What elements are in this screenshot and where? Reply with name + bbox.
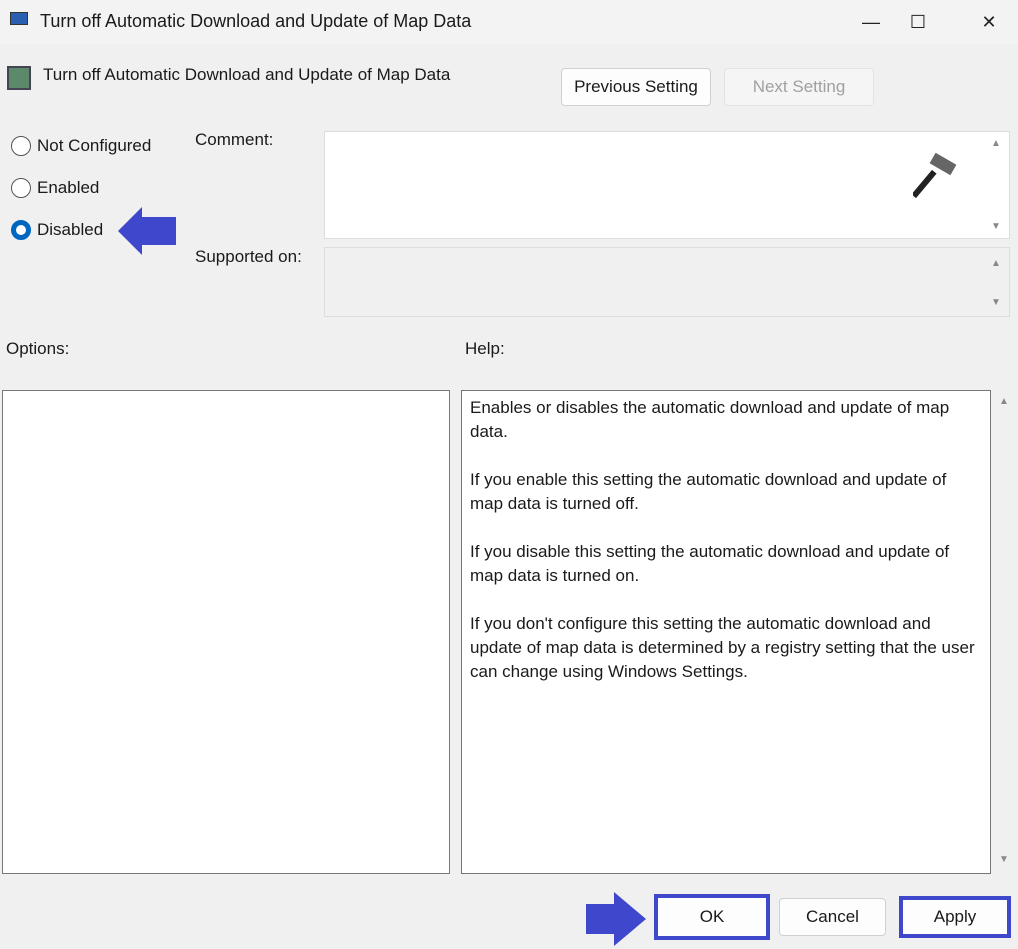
scroll-down-icon[interactable]: ▼ (987, 221, 1005, 232)
radio-disabled[interactable]: Disabled (11, 220, 103, 240)
radio-circle (11, 136, 31, 156)
annotation-arrow-left-icon (118, 207, 176, 255)
radio-circle (11, 178, 31, 198)
options-label: Options: (6, 339, 70, 358)
help-panel: Enables or disables the automatic downlo… (461, 390, 991, 874)
next-setting-button[interactable]: Next Setting (724, 68, 874, 106)
cancel-button[interactable]: Cancel (779, 898, 886, 936)
radio-not-configured[interactable]: Not Configured (11, 136, 151, 156)
minimize-button[interactable]: — (848, 0, 894, 44)
window-title: Turn off Automatic Download and Update o… (40, 11, 472, 31)
supported-on-label: Supported on: (195, 247, 302, 266)
help-paragraph: If you don't configure this setting the … (470, 614, 975, 681)
comment-label: Comment: (195, 130, 274, 149)
policy-title: Turn off Automatic Download and Update o… (43, 65, 451, 84)
supported-on-field: ▲ ▼ (324, 247, 1010, 317)
policy-icon (7, 66, 31, 90)
app-icon (10, 12, 32, 32)
maximize-button[interactable]: ☐ (895, 0, 941, 44)
hammer-icon (913, 152, 957, 199)
help-scroll-up-icon[interactable]: ▲ (995, 396, 1013, 407)
radio-label: Not Configured (37, 136, 152, 155)
title-bar: Turn off Automatic Download and Update o… (0, 0, 1018, 44)
options-panel (2, 390, 450, 874)
radio-label: Disabled (37, 220, 104, 239)
radio-enabled[interactable]: Enabled (11, 178, 99, 198)
comment-textarea[interactable]: ▲ ▼ (324, 131, 1010, 239)
help-paragraph: Enables or disables the automatic downlo… (470, 398, 950, 441)
scroll-up-icon[interactable]: ▲ (987, 138, 1005, 149)
ok-button[interactable]: OK (654, 894, 770, 940)
scroll-up-icon[interactable]: ▲ (987, 258, 1005, 269)
radio-circle (11, 220, 31, 240)
scroll-down-icon[interactable]: ▼ (987, 297, 1005, 308)
radio-label: Enabled (37, 178, 100, 197)
help-label: Help: (465, 339, 505, 358)
help-scroll-down-icon[interactable]: ▼ (995, 854, 1013, 865)
previous-setting-button[interactable]: Previous Setting (561, 68, 711, 106)
help-paragraph: If you disable this setting the automati… (470, 542, 950, 585)
annotation-arrow-right-icon (586, 892, 646, 946)
apply-button[interactable]: Apply (899, 896, 1011, 938)
help-paragraph: If you enable this setting the automatic… (470, 470, 947, 513)
close-button[interactable]: ✕ (966, 0, 1012, 44)
